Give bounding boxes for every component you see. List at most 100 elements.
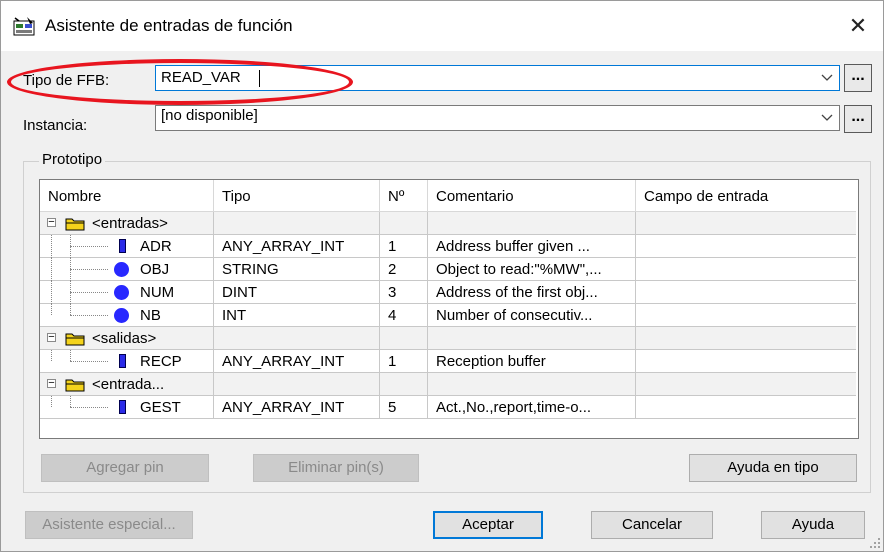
table-group-row[interactable]: − <entrada...	[40, 373, 856, 396]
table-cell	[214, 373, 380, 396]
table-row[interactable]: ADR ANY_ARRAY_INT 1 Address buffer given ..…	[40, 235, 856, 258]
pin-name: GEST	[140, 399, 181, 416]
resize-grip-icon[interactable]	[867, 535, 881, 549]
pin-input-field-cell[interactable]	[636, 350, 856, 373]
table-row[interactable]: GEST ANY_ARRAY_INT 5 Act.,No.,report,time-o…	[40, 396, 856, 419]
tree-cell: OBJ	[40, 258, 214, 281]
table-cell	[428, 327, 636, 350]
table-cell	[214, 212, 380, 235]
table-group-row[interactable]: − <salidas>	[40, 327, 856, 350]
pin-comment-cell: Act.,No.,report,time-o...	[428, 396, 636, 419]
chevron-down-icon[interactable]	[820, 70, 834, 84]
table-cell	[214, 327, 380, 350]
special-wizard-button[interactable]: Asistente especial...	[25, 511, 193, 539]
pin-type-cell: INT	[214, 304, 380, 327]
pin-array-icon	[119, 354, 126, 368]
prototype-table[interactable]: Nombre Tipo Nº Comentario Campo de entra…	[39, 179, 859, 439]
instance-label: Instancia:	[23, 117, 88, 134]
chevron-down-icon[interactable]	[820, 110, 834, 124]
table-row[interactable]: RECP ANY_ARRAY_INT 1 Reception buffer	[40, 350, 856, 373]
prototype-group-title: Prototipo	[39, 151, 106, 168]
pin-number-cell: 1	[380, 235, 428, 258]
instance-browse-button[interactable]: ...	[844, 105, 872, 133]
table-cell	[636, 212, 856, 235]
pin-number-cell: 3	[380, 281, 428, 304]
type-help-button[interactable]: Ayuda en tipo	[689, 454, 857, 482]
help-button[interactable]: Ayuda	[761, 511, 865, 539]
pin-comment-cell: Address buffer given ...	[428, 235, 636, 258]
table-cell	[636, 327, 856, 350]
tree-cell: − <entrada...	[40, 373, 214, 396]
table-row[interactable]: NUM DINT 3 Address of the first obj...	[40, 281, 856, 304]
wizard-app-icon	[13, 17, 35, 36]
table-row[interactable]: NB INT 4 Number of consecutiv...	[40, 304, 856, 327]
tree-cell: GEST	[40, 396, 214, 419]
window-title: Asistente de entradas de función	[45, 16, 293, 35]
tree-cell: NB	[40, 304, 214, 327]
pin-array-icon	[119, 239, 126, 253]
highlight-annotation-oval	[7, 59, 353, 105]
instance-combobox[interactable]: [no disponible]	[155, 105, 840, 131]
group-label: <entrada...	[92, 376, 165, 393]
close-button[interactable]: ✕	[843, 11, 873, 41]
table-cell	[428, 373, 636, 396]
pin-comment-cell: Address of the first obj...	[428, 281, 636, 304]
tree-cell: − <salidas>	[40, 327, 214, 350]
pin-comment-cell: Object to read:"%MW",...	[428, 258, 636, 281]
pin-name: NB	[140, 307, 161, 324]
pin-name: ADR	[140, 238, 172, 255]
pin-type-cell: DINT	[214, 281, 380, 304]
pin-comment-cell: Number of consecutiv...	[428, 304, 636, 327]
title-bar: Asistente de entradas de función ✕	[1, 1, 883, 51]
tree-cell: − <entradas>	[40, 212, 214, 235]
column-header-name[interactable]: Nombre	[40, 180, 214, 212]
group-label: <salidas>	[92, 330, 157, 347]
pin-number-cell: 1	[380, 350, 428, 373]
pin-type-cell: ANY_ARRAY_INT	[214, 235, 380, 258]
pin-number-cell: 4	[380, 304, 428, 327]
pin-number-cell: 5	[380, 396, 428, 419]
table-cell	[380, 327, 428, 350]
remove-pin-button[interactable]: Eliminar pin(s)	[253, 454, 419, 482]
tree-cell: RECP	[40, 350, 214, 373]
column-header-input-field[interactable]: Campo de entrada	[636, 180, 856, 212]
tree-cell: ADR	[40, 235, 214, 258]
table-row[interactable]: OBJ STRING 2 Object to read:"%MW",...	[40, 258, 856, 281]
group-label: <entradas>	[92, 215, 168, 232]
tree-cell: NUM	[40, 281, 214, 304]
pin-input-field-cell[interactable]	[636, 258, 856, 281]
column-header-comment[interactable]: Comentario	[428, 180, 636, 212]
column-header-type[interactable]: Tipo	[214, 180, 380, 212]
ffb-type-browse-button[interactable]: ...	[844, 64, 872, 92]
table-group-row[interactable]: − <entradas>	[40, 212, 856, 235]
pin-array-icon	[119, 400, 126, 414]
pin-type-cell: ANY_ARRAY_INT	[214, 396, 380, 419]
close-icon: ✕	[848, 13, 868, 38]
folder-icon	[65, 377, 85, 392]
pin-number-cell: 2	[380, 258, 428, 281]
pin-scalar-icon	[114, 308, 129, 323]
pin-scalar-icon	[114, 262, 129, 277]
pin-type-cell: ANY_ARRAY_INT	[214, 350, 380, 373]
collapse-icon[interactable]: −	[47, 378, 56, 389]
pin-input-field-cell[interactable]	[636, 396, 856, 419]
table-cell	[636, 373, 856, 396]
collapse-icon[interactable]: −	[47, 217, 56, 228]
pin-name: NUM	[140, 284, 175, 301]
instance-value: [no disponible]	[161, 107, 258, 124]
column-header-number[interactable]: Nº	[380, 180, 428, 212]
table-cell	[428, 212, 636, 235]
pin-comment-cell: Reception buffer	[428, 350, 636, 373]
folder-icon	[65, 216, 85, 231]
pin-scalar-icon	[114, 285, 129, 300]
pin-input-field-cell[interactable]	[636, 304, 856, 327]
pin-input-field-cell[interactable]	[636, 235, 856, 258]
collapse-icon[interactable]: −	[47, 332, 56, 343]
pin-type-cell: STRING	[214, 258, 380, 281]
table-cell	[380, 212, 428, 235]
pin-input-field-cell[interactable]	[636, 281, 856, 304]
add-pin-button[interactable]: Agregar pin	[41, 454, 209, 482]
cancel-button[interactable]: Cancelar	[591, 511, 713, 539]
pin-name: OBJ	[140, 261, 170, 278]
accept-button[interactable]: Aceptar	[433, 511, 543, 539]
